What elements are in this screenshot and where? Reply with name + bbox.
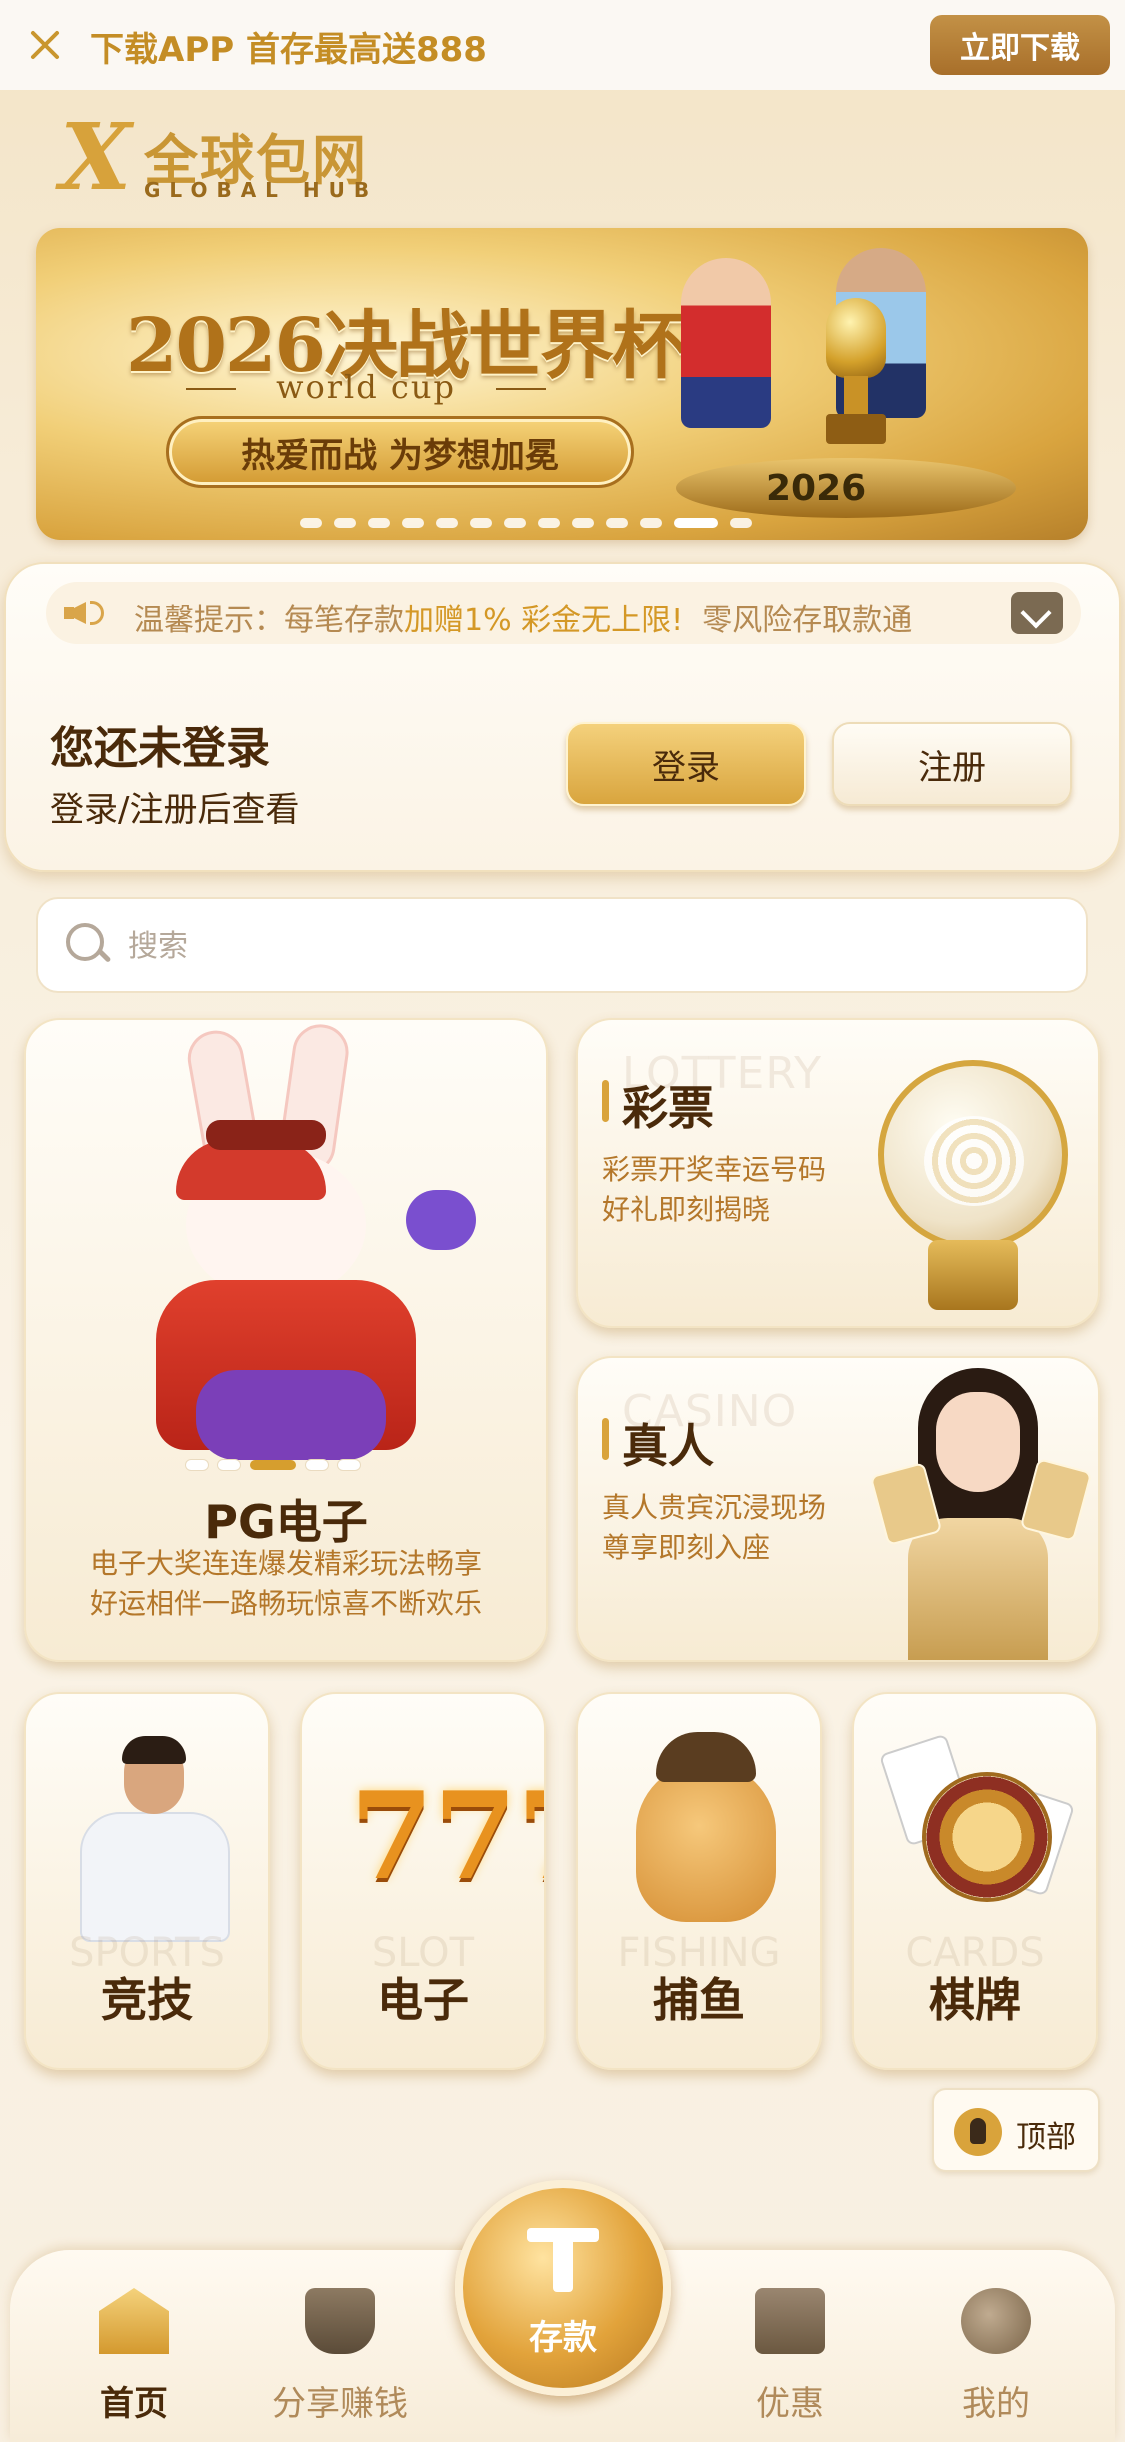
- dealer-image: [869, 1368, 1093, 1660]
- banner-badge: 2026: [766, 468, 867, 509]
- search-icon: [66, 923, 112, 969]
- nav-home[interactable]: 首页: [44, 2250, 224, 2442]
- pg-carousel-dots[interactable]: [186, 1460, 360, 1470]
- pg-title: PG电子: [204, 1495, 368, 1549]
- pg-description: 电子大奖连连爆发精彩玩法畅享 好运相伴一路畅玩惊喜不断欢乐: [26, 1544, 546, 1624]
- nav-mine-label: 我的: [962, 2384, 1030, 2424]
- notice-marquee[interactable]: 温馨提示：每笔存款加赠1% 彩金无上限! 零风险存取款通: [46, 582, 1081, 644]
- register-button[interactable]: 注册: [832, 722, 1072, 806]
- gift-icon: [755, 2288, 825, 2354]
- game-tile-sports[interactable]: SPORTS 竞技: [24, 1692, 270, 2070]
- cards-chip-image: [878, 1722, 1076, 1942]
- sports-label: 竞技: [101, 1973, 193, 2027]
- pg-desc-line: 电子大奖连连爆发精彩玩法畅享: [89, 1547, 482, 1580]
- close-icon[interactable]: [24, 24, 66, 66]
- nav-promo[interactable]: 优惠: [700, 2250, 880, 2442]
- logo: X 全球包网 GLOBAL HUB: [60, 103, 380, 211]
- tether-icon: [527, 2224, 599, 2296]
- notice-text: 温馨提示：每笔存款加赠1% 彩金无上限! 零风险存取款通: [134, 595, 912, 639]
- nav-promo-label: 优惠: [756, 2384, 824, 2424]
- notice-suffix: 零风险存取款通: [702, 603, 913, 638]
- game-tile-lottery[interactable]: LOTTERY 彩票 彩票开奖幸运号码好礼即刻揭晓: [576, 1018, 1100, 1328]
- nav-share-label: 分享赚钱: [272, 2384, 408, 2424]
- lottery-machine-image: [878, 1060, 1068, 1250]
- fishing-shark-image: [616, 1722, 786, 1942]
- logo-x-icon: X: [60, 103, 132, 211]
- world-cup-banner[interactable]: 2026决战世界杯 world cup 热爱而战 为梦想加冕 2026: [36, 228, 1088, 540]
- game-tile-cards[interactable]: CARDS 棋牌: [852, 1692, 1098, 2070]
- deposit-button[interactable]: 存款: [455, 2180, 671, 2396]
- banner-subtitle: world cup: [186, 368, 546, 406]
- mail-icon[interactable]: [1011, 592, 1063, 634]
- notice-highlight: 加赠1% 彩金无上限!: [404, 603, 684, 638]
- deposit-label: 存款: [529, 2318, 597, 2358]
- cards-label: 棋牌: [929, 1973, 1021, 2027]
- game-tile-fishing[interactable]: FISHING 捕鱼: [576, 1692, 822, 2070]
- nav-home-label: 首页: [100, 2384, 168, 2424]
- slot-777-image: 777: [350, 1766, 544, 1907]
- logo-en-text: GLOBAL HUB: [144, 178, 379, 202]
- nav-share[interactable]: 分享赚钱: [250, 2250, 430, 2442]
- pg-desc-line: 好运相伴一路畅玩惊喜不断欢乐: [89, 1587, 482, 1620]
- back-to-top-label: 顶部: [1016, 2120, 1076, 2155]
- app-download-bar: 下载APP 首存最高送888 立即下载: [0, 0, 1125, 90]
- back-to-top-button[interactable]: 顶部: [932, 2088, 1100, 2172]
- search-bar: [36, 897, 1088, 993]
- lottery-description: 彩票开奖幸运号码好礼即刻揭晓: [602, 1153, 827, 1226]
- casino-title: 真人: [602, 1410, 714, 1476]
- fishing-label: 捕鱼: [653, 1973, 745, 2027]
- banner-ribbon: 热爱而战 为梦想加冕: [166, 416, 634, 488]
- search-input[interactable]: [128, 919, 1028, 973]
- login-status-subtitle: 登录/注册后查看: [50, 790, 300, 830]
- slot-label: 电子: [377, 1973, 469, 2027]
- download-promo-text: 下载APP 首存最高送888: [90, 30, 487, 70]
- notice-prefix: 温馨提示：每笔存款: [134, 603, 404, 638]
- account-card: 温馨提示：每笔存款加赠1% 彩金无上限! 零风险存取款通 您还未登录 登录/注册…: [4, 562, 1121, 872]
- lottery-stand-image: [928, 1240, 1018, 1310]
- casino-description: 真人贵宾沉浸现场尊享即刻入座: [602, 1491, 827, 1564]
- home-icon: [99, 2288, 169, 2354]
- login-button[interactable]: 登录: [566, 722, 806, 806]
- trophy-icon: [305, 2288, 375, 2354]
- download-button[interactable]: 立即下载: [930, 15, 1110, 75]
- player-illustration: [681, 258, 771, 428]
- sports-player-image: [64, 1722, 234, 1942]
- rocket-icon: [954, 2108, 1002, 2156]
- login-status-title: 您还未登录: [50, 723, 270, 774]
- user-icon: [961, 2288, 1031, 2354]
- game-tile-pg[interactable]: PG电子 电子大奖连连爆发精彩玩法畅享 好运相伴一路畅玩惊喜不断欢乐: [24, 1018, 548, 1662]
- nav-mine[interactable]: 我的: [906, 2250, 1086, 2442]
- trophy-icon: [816, 298, 896, 448]
- rabbit-mascot-image: [86, 1020, 506, 1460]
- lottery-title: 彩票: [602, 1072, 714, 1138]
- game-tile-casino[interactable]: CASINO 真人 真人贵宾沉浸现场尊享即刻入座: [576, 1356, 1100, 1662]
- speaker-icon: [64, 596, 114, 630]
- banner-pagination[interactable]: [300, 518, 752, 528]
- game-tile-slot[interactable]: 777 SLOT 电子: [300, 1692, 546, 2070]
